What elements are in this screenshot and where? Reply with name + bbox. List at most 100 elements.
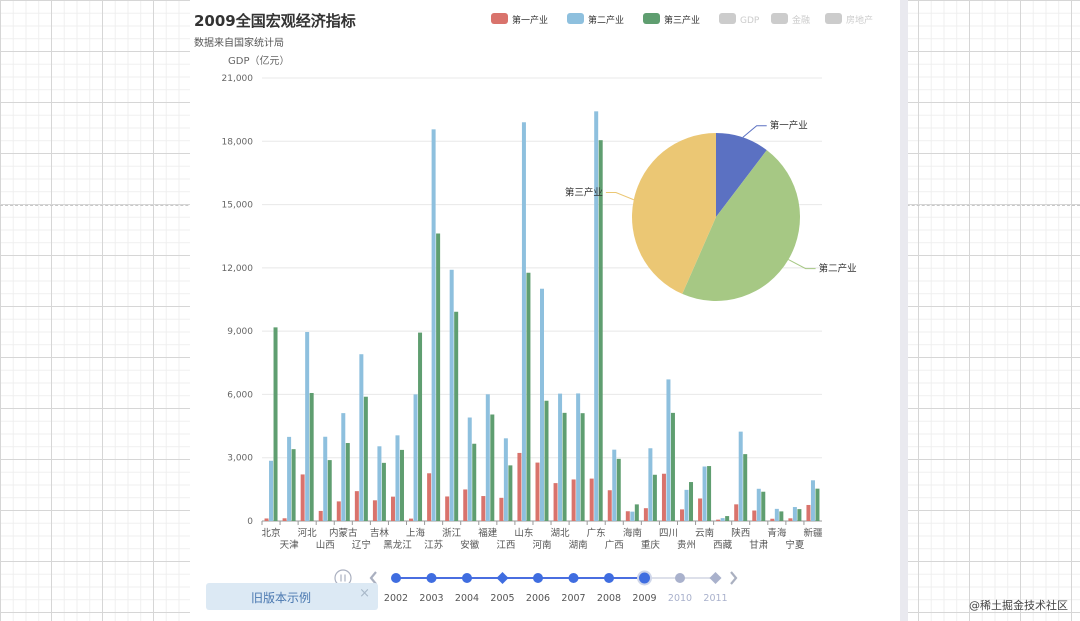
bar-第三产业 [616,458,621,521]
bar-第三产业 [327,460,332,521]
bar-第三产业 [381,462,386,521]
bar-第三产业 [562,412,567,521]
x-tick-label: 内蒙古 [329,527,358,539]
bar-第二产业 [413,394,418,521]
x-tick-label: 云南 [695,527,714,539]
pie-label: 第三产业 [565,187,603,199]
timeline-label: 2007 [561,593,585,604]
bar-第二产业 [756,488,761,521]
y-tick-label: 0 [247,517,253,527]
timeline-point-2005[interactable]: 2005 [490,572,515,604]
legend-item[interactable]: 金融 [771,13,810,26]
x-tick-label: 北京 [262,527,281,539]
toast-label[interactable]: 旧版本示例 [206,589,356,606]
x-tick-label: 西藏 [713,539,733,551]
bar-第二产业 [341,413,346,521]
x-tick-label: 江苏 [424,539,444,551]
timeline-label: 2006 [526,593,550,604]
bar-第一产业 [427,473,432,521]
bar-第三产业 [508,465,513,521]
x-tick-label: 湖南 [569,539,588,551]
bar-第一产业 [354,491,359,521]
bar-第二产业 [702,466,707,521]
pie-chart: 第一产业第二产业 第三产业 [565,120,857,301]
x-tick-label: 重庆 [641,539,661,551]
bar-第二产业 [684,489,689,521]
bar-第一产业 [607,490,612,521]
bar-第二产业 [720,518,725,521]
bar-第三产业 [689,482,694,521]
bar-第二产业 [449,269,454,521]
legend-item[interactable]: 第二产业 [567,13,624,26]
bar-第二产业 [395,435,400,521]
legend-item[interactable]: 房地产 [825,13,873,26]
legend-item[interactable]: GDP [719,13,760,26]
legend-label: 第二产业 [588,14,624,26]
bar-第三产业 [363,396,368,521]
chart-subtitle: 数据来自国家统计局 [194,36,284,49]
bar-第二产业 [648,448,653,521]
timeline-label: 2005 [490,593,514,604]
legend-item[interactable]: 第三产业 [643,13,700,26]
bar-第一产业 [643,508,648,521]
pie-label: 第一产业 [770,120,808,132]
bar-第三产业 [273,327,278,521]
watermark: @稀土掘金技术社区 [969,599,1068,612]
y-tick-label: 21,000 [222,74,254,84]
bar-第三产业 [815,488,820,521]
x-tick-label: 福建 [478,527,498,539]
bar-第三产业 [544,400,549,521]
x-tick-label: 安徽 [460,539,480,551]
x-tick-label: 山东 [514,527,533,539]
close-icon[interactable]: × [359,586,370,601]
legend-swatch [491,13,508,24]
bar-第一产业 [770,518,775,521]
bar-第三产业 [580,413,585,521]
bar-第一产业 [445,496,450,521]
bar-第一产业 [589,478,594,521]
bar-第二产业 [287,436,292,521]
x-tick-label: 江西 [496,540,515,551]
bar-第一产业 [463,489,468,521]
x-tick-label: 四川 [659,528,678,539]
bar-第一产业 [734,504,739,521]
bar-第二产业 [467,417,472,521]
bar-第二产业 [323,436,328,521]
y-tick-label: 15,000 [222,201,254,211]
bar-第三产业 [761,491,766,521]
bar-第二产业 [431,129,436,521]
legend-swatch [719,13,736,24]
timeline-point-2011[interactable]: 2011 [703,572,728,604]
bar-第二产业 [540,288,544,521]
legend-label: 第三产业 [664,14,700,26]
timeline[interactable]: 2002 2003 2004 2005 2006 2007 2008 2009 2010 2011 [334,569,738,605]
x-tick-label: 黑龙江 [383,539,412,551]
timeline-point-2009[interactable]: 2009 [632,570,657,605]
legend-label: 金融 [792,14,810,26]
bar-第三产业 [490,414,495,521]
bar-第一产业 [788,518,793,521]
bar-第三产业 [779,511,784,521]
y-tick-label: 3,000 [227,454,253,464]
x-tick-label: 青海 [767,527,787,539]
y-tick-label: 9,000 [227,327,253,337]
legend-item[interactable]: 第一产业 [491,13,548,26]
legend-swatch [771,13,788,24]
bar-第二产业 [576,393,581,521]
x-tick-label: 河南 [532,539,551,551]
bar-第一产业 [571,479,576,521]
x-tick-label: 宁夏 [785,539,805,551]
next-icon[interactable] [730,571,738,585]
legend-swatch [825,13,842,24]
bar-第一产业 [806,504,811,521]
bar-第二产业 [359,354,364,521]
x-tick-label: 湖北 [551,528,571,539]
bar-第二产业 [558,393,563,521]
x-tick-label: 广西 [605,539,624,551]
bar-第三产业 [634,504,639,521]
bar-第一产业 [336,501,341,521]
timeline-label: 2004 [455,593,479,604]
old-version-toast[interactable]: 旧版本示例 × [206,583,378,610]
bar-第三产业 [472,443,477,521]
timeline-label: 2003 [419,593,443,604]
